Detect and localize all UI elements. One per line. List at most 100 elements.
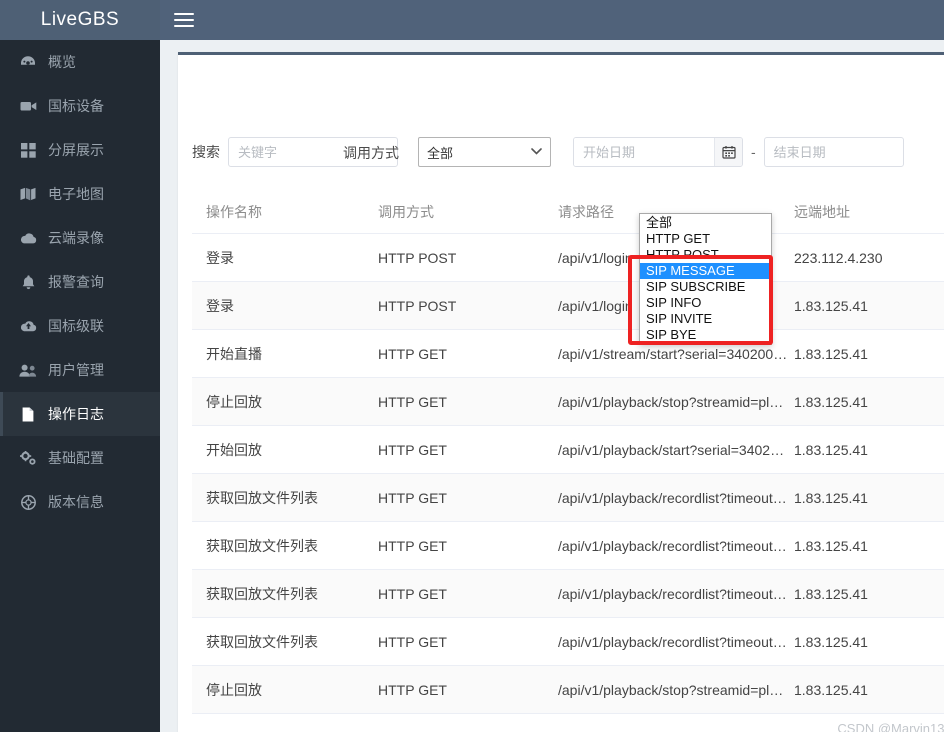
- column-header-method[interactable]: 调用方式: [378, 202, 558, 222]
- dropdown-option-4[interactable]: SIP SUBSCRIBE: [640, 279, 771, 295]
- watermark-text: CSDN @Marvin1311: [837, 721, 944, 732]
- sidebar-item-8[interactable]: 操作日志: [0, 392, 160, 436]
- table-row[interactable]: 停止回放 HTTP GET/api/v1/playback/stop?stream…: [192, 378, 944, 426]
- table-body: 登录 HTTP POST/api/v1/login 223.112.4.230 登录 H…: [192, 234, 944, 714]
- dropdown-option-3[interactable]: SIP MESSAGE: [640, 263, 771, 279]
- sidebar-item-label: 版本信息: [48, 494, 104, 510]
- cell-operation-name: 获取回放文件列表: [206, 489, 318, 506]
- sidebar-item-1[interactable]: 国标设备: [0, 84, 160, 128]
- dropdown-option-0[interactable]: 全部: [640, 215, 771, 231]
- cell-operation-name: 获取回放文件列表: [206, 585, 318, 602]
- cell-method: HTTP GET: [378, 489, 447, 506]
- date-range-picker: -: [573, 137, 904, 167]
- cell-method: HTTP GET: [378, 633, 447, 650]
- table-row[interactable]: 登录 HTTP POST/api/v1/login 1.83.125.41: [192, 282, 944, 330]
- cell-path: /api/v1/playback/stop?streamid=pla...: [558, 393, 789, 410]
- sidebar-item-7[interactable]: 用户管理: [0, 348, 160, 392]
- cell-operation-name: 停止回放: [206, 393, 262, 410]
- calendar-icon[interactable]: [714, 138, 742, 166]
- grid-icon: [18, 142, 38, 158]
- cell-method: HTTP POST: [378, 297, 457, 314]
- hamburger-icon[interactable]: [174, 11, 194, 29]
- cell-remote-address: 223.112.4.230: [794, 249, 883, 266]
- column-header-addr[interactable]: 远端地址: [794, 202, 944, 222]
- brand-logo[interactable]: LiveGBS: [0, 0, 160, 40]
- table-header-row: 操作名称 调用方式 请求路径 远端地址: [192, 190, 944, 234]
- method-select[interactable]: 全部: [418, 137, 551, 167]
- map-icon: [18, 186, 38, 202]
- cell-remote-address: 1.83.125.41: [794, 441, 868, 458]
- date-start-input[interactable]: [574, 138, 714, 166]
- sidebar-item-label: 云端录像: [48, 230, 104, 246]
- table-row[interactable]: 开始回放 HTTP GET/api/v1/playback/start?seria…: [192, 426, 944, 474]
- sidebar-item-10[interactable]: 版本信息: [0, 480, 160, 524]
- cell-operation-name: 获取回放文件列表: [206, 633, 318, 650]
- sidebar-item-2[interactable]: 分屏展示: [0, 128, 160, 172]
- dropdown-option-1[interactable]: HTTP GET: [640, 231, 771, 247]
- sidebar-item-label: 分屏展示: [48, 142, 104, 158]
- cell-method: HTTP POST: [378, 249, 457, 266]
- sidebar-item-3[interactable]: 电子地图: [0, 172, 160, 216]
- table-row[interactable]: 开始直播 HTTP GET/api/v1/stream/start?serial=…: [192, 330, 944, 378]
- sidebar-item-5[interactable]: 报警查询: [0, 260, 160, 304]
- date-start-wrapper: [573, 137, 743, 167]
- dropdown-option-7[interactable]: SIP BYE: [640, 327, 771, 343]
- cell-path: /api/v1/playback/recordlist?timeout=...: [558, 537, 793, 554]
- sidebar: LiveGBS 概览国标设备分屏展示电子地图云端录像报警查询国标级联用户管理操作…: [0, 0, 160, 732]
- column-header-name[interactable]: 操作名称: [192, 202, 378, 222]
- sidebar-item-4[interactable]: 云端录像: [0, 216, 160, 260]
- method-dropdown-options[interactable]: 全部 HTTP GET HTTP POST SIP MESSAGE SIP SUBSCR…: [639, 213, 772, 345]
- cell-remote-address: 1.83.125.41: [794, 297, 868, 314]
- sidebar-item-label: 电子地图: [48, 186, 104, 202]
- cell-operation-name: 开始回放: [206, 441, 262, 458]
- dropdown-option-5[interactable]: SIP INFO: [640, 295, 771, 311]
- table-row[interactable]: 登录 HTTP POST/api/v1/login 223.112.4.230: [192, 234, 944, 282]
- video-camera-icon: [18, 98, 38, 114]
- cell-operation-name: 获取回放文件列表: [206, 537, 318, 554]
- cell-path: /api/v1/playback/recordlist?timeout=...: [558, 633, 793, 650]
- table-row[interactable]: 获取回放文件列表 HTTP GET/api/v1/playback/recordl…: [192, 570, 944, 618]
- bell-icon: [18, 274, 38, 290]
- sidebar-item-label: 用户管理: [48, 362, 104, 378]
- cell-remote-address: 1.83.125.41: [794, 345, 868, 362]
- dropdown-option-2[interactable]: HTTP POST: [640, 247, 771, 263]
- cell-remote-address: 1.83.125.41: [794, 633, 868, 650]
- method-select-value: 全部: [427, 145, 454, 161]
- sidebar-item-9[interactable]: 基础配置: [0, 436, 160, 480]
- sidebar-item-label: 基础配置: [48, 450, 104, 466]
- hamburger-bar: [174, 13, 194, 15]
- sidebar-item-0[interactable]: 概览: [0, 40, 160, 84]
- cell-method: HTTP GET: [378, 441, 447, 458]
- cell-method: HTTP GET: [378, 681, 447, 698]
- top-bar: [160, 0, 944, 40]
- cell-path: /api/v1/stream/start?serial=3402000...: [558, 345, 793, 362]
- sidebar-item-label: 概览: [48, 54, 76, 70]
- cell-remote-address: 1.83.125.41: [794, 585, 868, 602]
- table-row[interactable]: 获取回放文件列表 HTTP GET/api/v1/playback/recordl…: [192, 474, 944, 522]
- date-end-input[interactable]: [763, 137, 904, 167]
- content-area: 搜索 调用方式 全部: [160, 40, 944, 732]
- sidebar-item-label: 报警查询: [48, 274, 104, 290]
- cell-remote-address: 1.83.125.41: [794, 489, 868, 506]
- dropdown-option-6[interactable]: SIP INVITE: [640, 311, 771, 327]
- cell-operation-name: 开始直播: [206, 345, 262, 362]
- sidebar-item-label: 国标设备: [48, 98, 104, 114]
- cell-remote-address: 1.83.125.41: [794, 681, 868, 698]
- cell-path: /api/v1/playback/recordlist?timeout=...: [558, 585, 793, 602]
- cell-method: HTTP GET: [378, 345, 447, 362]
- info-circle-icon: [18, 494, 38, 510]
- gears-icon: [18, 450, 38, 466]
- method-select-wrapper: 调用方式 全部: [343, 137, 551, 167]
- operation-log-card: 搜索 调用方式 全部: [178, 52, 944, 732]
- cell-operation-name: 停止回放: [206, 681, 262, 698]
- table-row[interactable]: 获取回放文件列表 HTTP GET/api/v1/playback/recordl…: [192, 522, 944, 570]
- table-row[interactable]: 停止回放 HTTP GET/api/v1/playback/stop?stream…: [192, 666, 944, 714]
- sidebar-item-label: 国标级联: [48, 318, 104, 334]
- cell-operation-name: 登录: [206, 297, 234, 314]
- hamburger-bar: [174, 25, 194, 27]
- cell-path: /api/v1/playback/recordlist?timeout=...: [558, 489, 793, 506]
- sidebar-item-6[interactable]: 国标级联: [0, 304, 160, 348]
- table-row[interactable]: 获取回放文件列表 HTTP GET/api/v1/playback/recordl…: [192, 618, 944, 666]
- users-icon: [18, 362, 38, 378]
- cell-path: /api/v1/playback/start?serial=34020...: [558, 441, 790, 458]
